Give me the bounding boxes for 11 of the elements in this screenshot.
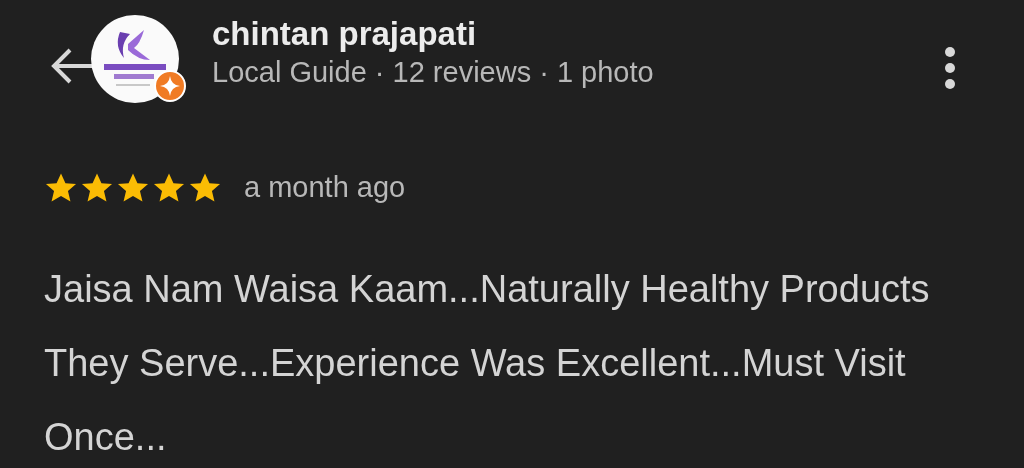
star-icon (152, 171, 186, 204)
reviewer-info: Local Guide · 12 reviews · 1 photo (212, 54, 655, 90)
star-icon (44, 171, 78, 204)
star-icon (188, 171, 222, 204)
back-icon[interactable] (50, 48, 94, 84)
star-icon (80, 171, 114, 204)
review-time: a month ago (244, 170, 406, 205)
more-options-icon[interactable] (944, 46, 956, 90)
star-icon (116, 171, 150, 204)
review-text: Jaisa Nam Waisa Kaam...Naturally Healthy Products They Serve...Experience Was Excellent...Must Visit Once... (43, 266, 931, 460)
reviewer-name: chintan prajapati (212, 14, 478, 54)
